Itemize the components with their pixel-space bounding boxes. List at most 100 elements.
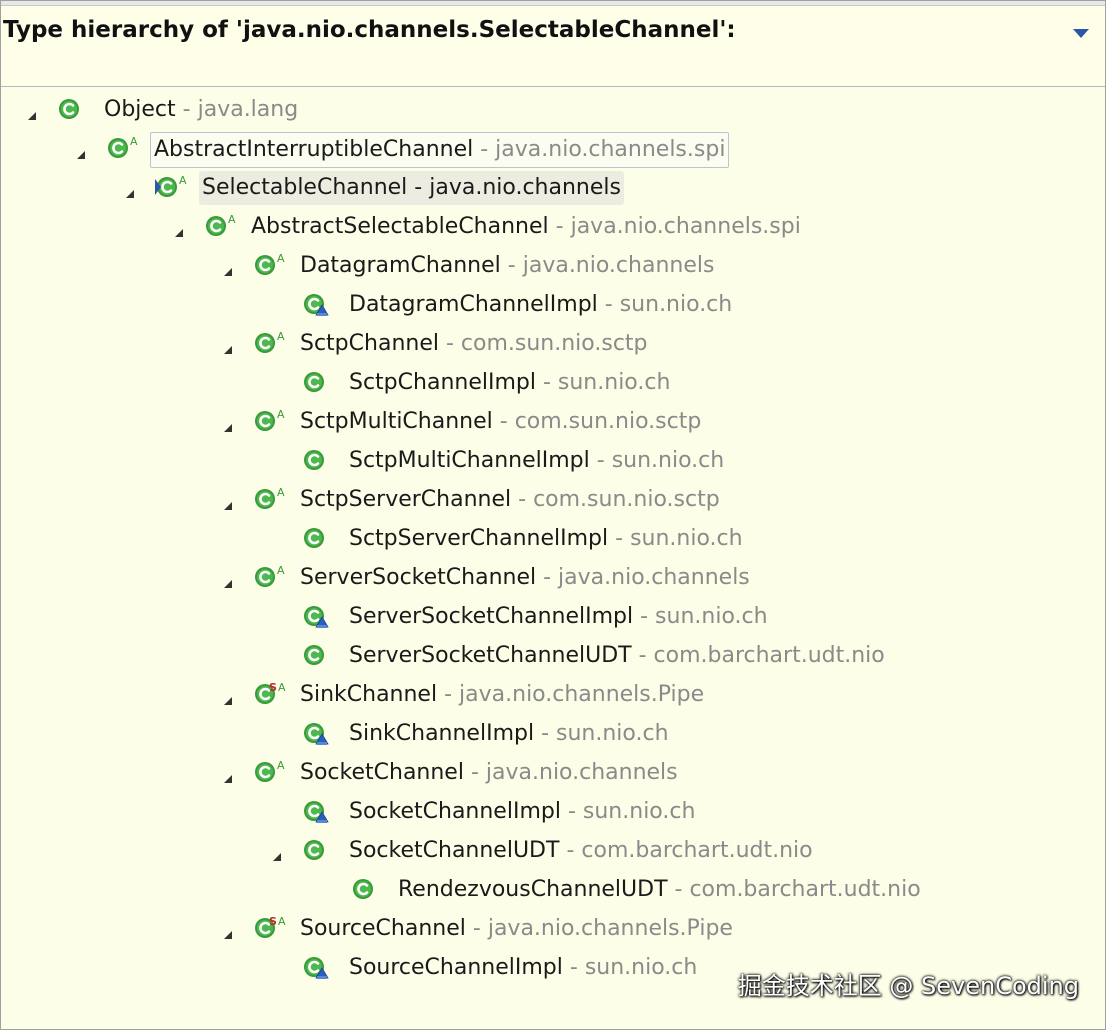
type-name: SctpMultiChannel	[300, 409, 493, 434]
tree-row[interactable]: A AbstractSelectableChannel - java.nio.ch…	[1, 208, 1105, 247]
tree-item-label[interactable]: SocketChannelImpl - sun.nio.ch	[346, 795, 698, 829]
type-name: Object	[104, 97, 176, 122]
tree-item-label[interactable]: SctpMultiChannel - com.sun.nio.sctp	[297, 405, 704, 439]
tree-row[interactable]: A SctpServerChannel - com.sun.nio.sctp	[1, 481, 1105, 520]
package-name: sun.nio.ch	[582, 799, 696, 824]
package-name: java.nio.channels	[429, 175, 621, 200]
tree-row[interactable]: SctpServerChannelImpl - sun.nio.ch	[1, 520, 1105, 559]
tree-row[interactable]: SocketChannelUDT - com.barchart.udt.nio	[1, 832, 1105, 871]
package-name: com.sun.nio.sctp	[514, 409, 702, 434]
tree-item-label[interactable]: AbstractInterruptibleChannel - java.nio.…	[150, 132, 730, 168]
tree-item-label[interactable]: DatagramChannelImpl - sun.nio.ch	[346, 288, 735, 322]
package-name: java.lang	[197, 97, 299, 122]
tree-item-label[interactable]: SourceChannelImpl - sun.nio.ch	[346, 951, 700, 985]
tree-row[interactable]: A SctpChannel - com.sun.nio.sctp	[1, 325, 1105, 364]
tree-item-label[interactable]: SelectableChannel - java.nio.channels	[199, 171, 624, 205]
expand-collapse-triangle-icon[interactable]	[221, 416, 235, 432]
static-abstract-class-icon: SA	[253, 681, 297, 712]
type-name: SctpMultiChannelImpl	[349, 448, 590, 473]
tree-row[interactable]: A ServerSocketChannel - java.nio.channels	[1, 559, 1105, 598]
expand-collapse-triangle-icon[interactable]	[221, 923, 235, 939]
svg-text:A: A	[277, 565, 285, 577]
tree-row[interactable]: A SelectableChannel - java.nio.channels	[1, 169, 1105, 208]
tree-row[interactable]: SocketChannelImpl - sun.nio.ch	[1, 793, 1105, 832]
tree-item-label[interactable]: SctpMultiChannelImpl - sun.nio.ch	[346, 444, 727, 478]
class-icon	[57, 97, 101, 127]
tree-item-label[interactable]: SinkChannel - java.nio.channels.Pipe	[297, 678, 707, 712]
tree-row[interactable]: ServerSocketChannelImpl - sun.nio.ch	[1, 598, 1105, 637]
abstract-class-icon: A	[253, 252, 297, 283]
tree-row[interactable]: ServerSocketChannelUDT - com.barchart.ud…	[1, 637, 1105, 676]
separator: -	[667, 877, 690, 902]
tree-item-label[interactable]: SinkChannelImpl - sun.nio.ch	[346, 717, 672, 751]
abstract-class-icon: A	[253, 564, 297, 595]
expand-collapse-triangle-icon[interactable]	[25, 104, 39, 120]
view-menu-icon[interactable]	[1071, 25, 1091, 39]
expand-collapse-triangle-icon[interactable]	[74, 143, 88, 159]
tree-row[interactable]: DatagramChannelImpl - sun.nio.ch	[1, 286, 1105, 325]
separator: -	[631, 643, 654, 668]
tree-item-label[interactable]: DatagramChannel - java.nio.channels	[297, 249, 717, 283]
tree-row[interactable]: SctpMultiChannelImpl - sun.nio.ch	[1, 442, 1105, 481]
class-impl-icon	[302, 799, 346, 829]
tree-item-label[interactable]: AbstractSelectableChannel - java.nio.cha…	[248, 210, 804, 244]
expand-collapse-triangle-icon[interactable]	[221, 767, 235, 783]
package-name: java.nio.channels.Pipe	[487, 916, 733, 941]
tree-row[interactable]: A SocketChannel - java.nio.channels	[1, 754, 1105, 793]
tree-item-label[interactable]: ServerSocketChannelUDT - com.barchart.ud…	[346, 639, 888, 673]
svg-text:A: A	[277, 409, 285, 421]
separator: -	[559, 838, 582, 863]
type-hierarchy-view: Type hierarchy of 'java.nio.channels.Sel…	[0, 0, 1106, 1030]
expand-collapse-triangle-icon[interactable]	[221, 572, 235, 588]
package-name: java.nio.channels.spi	[495, 137, 726, 162]
svg-text:A: A	[277, 253, 285, 265]
tree-item-label[interactable]: SctpChannel - com.sun.nio.sctp	[297, 327, 651, 361]
separator: -	[548, 214, 571, 239]
separator: -	[597, 292, 620, 317]
svg-text:A: A	[277, 331, 285, 343]
expand-collapse-triangle-icon[interactable]	[123, 182, 137, 198]
separator: -	[608, 526, 631, 551]
tree-item-label[interactable]: SourceChannel - java.nio.channels.Pipe	[297, 912, 736, 946]
package-name: com.sun.nio.sctp	[533, 487, 720, 512]
tree-item-label[interactable]: SctpServerChannelImpl - sun.nio.ch	[346, 522, 746, 556]
tree-item-label[interactable]: SocketChannel - java.nio.channels	[297, 756, 681, 790]
separator: -	[438, 331, 461, 356]
tree-item-label[interactable]: Object - java.lang	[101, 93, 301, 127]
tree-row[interactable]: RendezvousChannelUDT - com.barchart.udt.…	[1, 871, 1105, 910]
class-impl-icon	[302, 955, 346, 985]
class-impl-icon	[302, 721, 346, 751]
expand-collapse-triangle-icon[interactable]	[172, 221, 186, 237]
tree-item-label[interactable]: ServerSocketChannelImpl - sun.nio.ch	[346, 600, 771, 634]
tree-row[interactable]: Object - java.lang	[1, 91, 1105, 130]
expand-collapse-triangle-icon[interactable]	[221, 338, 235, 354]
tree-row[interactable]: A DatagramChannel - java.nio.channels	[1, 247, 1105, 286]
type-name: SinkChannelImpl	[349, 721, 535, 746]
abstract-class-icon: A	[253, 486, 297, 517]
package-name: com.barchart.udt.nio	[581, 838, 813, 863]
separator: -	[535, 370, 558, 395]
tree-row[interactable]: SinkChannelImpl - sun.nio.ch	[1, 715, 1105, 754]
tree-row[interactable]: S A SourceChannel - java.nio.channels.Pipe	[1, 910, 1105, 949]
separator: -	[633, 604, 656, 629]
class-icon	[302, 370, 346, 400]
tree-item-label[interactable]: SctpServerChannel - com.sun.nio.sctp	[297, 483, 723, 517]
tree-item-label[interactable]: RendezvousChannelUDT - com.barchart.udt.…	[395, 873, 924, 907]
tree-row[interactable]: A SctpMultiChannel - com.sun.nio.sctp	[1, 403, 1105, 442]
expand-collapse-triangle-icon[interactable]	[270, 845, 284, 861]
type-name: ServerSocketChannel	[300, 565, 537, 590]
tree-item-label[interactable]: SctpChannelImpl - sun.nio.ch	[346, 366, 673, 400]
package-name: sun.nio.ch	[619, 292, 733, 317]
tree-item-label[interactable]: SocketChannelUDT - com.barchart.udt.nio	[346, 834, 816, 868]
expand-collapse-triangle-icon[interactable]	[221, 689, 235, 705]
expand-collapse-triangle-icon[interactable]	[221, 494, 235, 510]
expand-collapse-triangle-icon[interactable]	[221, 260, 235, 276]
tree-row[interactable]: A AbstractInterruptibleChannel - java.nio…	[1, 130, 1105, 169]
svg-text:S: S	[269, 916, 277, 928]
tree-row[interactable]: S A SinkChannel - java.nio.channels.Pipe	[1, 676, 1105, 715]
svg-text:A: A	[277, 760, 285, 772]
svg-text:S: S	[269, 682, 277, 694]
tree-row[interactable]: SctpChannelImpl - sun.nio.ch	[1, 364, 1105, 403]
tree-item-label[interactable]: ServerSocketChannel - java.nio.channels	[297, 561, 753, 595]
type-name: DatagramChannelImpl	[349, 292, 598, 317]
